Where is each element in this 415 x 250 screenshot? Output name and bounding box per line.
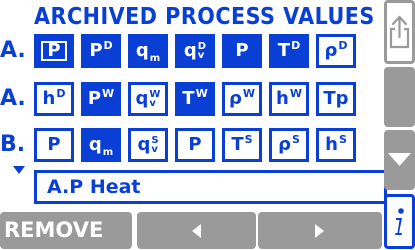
- value-cell[interactable]: hD: [34, 82, 74, 116]
- info-button[interactable]: [384, 194, 415, 249]
- value-symbol: Tp: [323, 88, 349, 109]
- value-symbol: ρS: [278, 133, 300, 155]
- value-cell[interactable]: TD: [269, 34, 309, 68]
- value-symbol: qm: [88, 134, 114, 158]
- remove-button[interactable]: REMOVE: [0, 212, 132, 249]
- row-label-2: A.: [0, 86, 26, 111]
- value-cell[interactable]: ρD: [316, 34, 356, 68]
- right-arrow-icon: [315, 224, 324, 238]
- value-symbol: qDv: [183, 40, 207, 61]
- scroll-down-button[interactable]: [384, 130, 415, 190]
- value-symbol: PW: [87, 87, 115, 109]
- row-label-1: A.: [0, 38, 26, 63]
- archived-values-screen: ARCHIVED PROCESS VALUES A. A. B. P PD qm q D…: [0, 0, 415, 249]
- export-button[interactable]: [384, 0, 415, 64]
- value-symbol: hW: [276, 87, 302, 109]
- value-symbol: PD: [89, 39, 113, 61]
- info-icon: [395, 208, 404, 235]
- previous-button[interactable]: [137, 212, 256, 249]
- value-cell[interactable]: PW: [81, 82, 121, 116]
- value-cell[interactable]: TW: [175, 82, 215, 116]
- value-cell[interactable]: qm: [128, 34, 168, 68]
- value-cell[interactable]: hS: [316, 128, 356, 162]
- value-cell[interactable]: qDv: [175, 34, 215, 68]
- value-symbol: TS: [231, 133, 253, 155]
- value-symbol: P: [188, 134, 202, 155]
- value-cell[interactable]: P: [222, 34, 262, 68]
- page-title: ARCHIVED PROCESS VALUES: [34, 4, 375, 30]
- value-cell[interactable]: qWv: [128, 82, 168, 116]
- value-symbol: P: [47, 40, 61, 61]
- value-cell[interactable]: ρS: [269, 128, 309, 162]
- value-symbol: qm: [135, 40, 161, 64]
- value-symbol: TW: [182, 87, 208, 109]
- value-symbol: TD: [277, 39, 301, 61]
- value-cell[interactable]: ρW: [222, 82, 262, 116]
- down-arrow-icon: [388, 153, 411, 166]
- value-symbol: qSv: [137, 134, 159, 155]
- left-arrow-icon: [192, 224, 201, 238]
- value-symbol: P: [235, 40, 249, 61]
- value-symbol: ρD: [324, 39, 348, 61]
- value-cell[interactable]: qm: [81, 128, 121, 162]
- value-cell[interactable]: P: [34, 34, 74, 68]
- value-cell[interactable]: qSv: [128, 128, 168, 162]
- value-cell[interactable]: P: [34, 128, 74, 162]
- value-symbol: P: [47, 134, 61, 155]
- value-cell[interactable]: PD: [81, 34, 121, 68]
- value-cell[interactable]: TS: [222, 128, 262, 162]
- value-cell[interactable]: hW: [269, 82, 309, 116]
- row-label-3: B.: [0, 132, 26, 157]
- value-cell[interactable]: Tp: [316, 82, 356, 116]
- value-symbol: hD: [42, 87, 66, 109]
- value-cell[interactable]: P: [175, 128, 215, 162]
- export-icon: [389, 15, 410, 49]
- selected-value-description: A.P Heat: [34, 170, 387, 204]
- value-symbol: qWv: [135, 88, 161, 109]
- value-symbol: ρW: [228, 87, 256, 109]
- selection-marker-icon: [13, 166, 25, 174]
- value-symbol: hS: [325, 133, 347, 155]
- side-blank-button[interactable]: [384, 67, 415, 127]
- next-button[interactable]: [258, 212, 382, 249]
